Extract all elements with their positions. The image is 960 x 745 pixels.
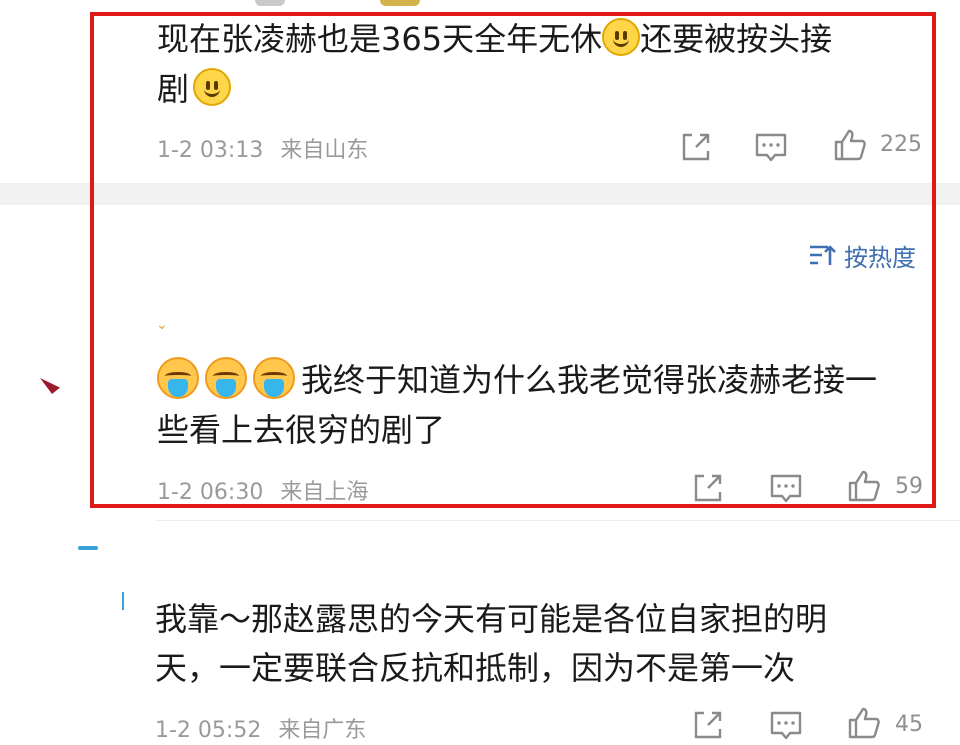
comment-meta: 1-2 06:30 来自上海 bbox=[157, 474, 368, 506]
comment-meta: 1-2 03:13 来自山东 bbox=[157, 132, 368, 164]
avatar-fragment: ⌄ bbox=[156, 317, 168, 333]
comment-text-part: 剧 bbox=[157, 70, 190, 108]
share-icon[interactable] bbox=[690, 470, 726, 506]
comment-text-part: 天，一定要联合反抗和抵制，因为不是第一次 bbox=[155, 649, 796, 687]
comment-date: 1-2 03:13 bbox=[157, 138, 264, 163]
avatar-fragment bbox=[40, 378, 60, 394]
comment-meta: 1-2 05:52 来自广东 bbox=[155, 712, 366, 744]
avatar-fragment bbox=[78, 546, 98, 550]
like-icon[interactable] bbox=[846, 468, 882, 504]
comment-text-line: 天，一定要联合反抗和抵制，因为不是第一次 bbox=[155, 645, 795, 691]
share-icon[interactable] bbox=[678, 129, 714, 165]
like-count: 59 bbox=[895, 474, 923, 499]
sort-control[interactable]: 按热度 bbox=[808, 238, 916, 272]
comment-location: 来自山东 bbox=[280, 138, 369, 163]
comment-text-line: 剧 bbox=[157, 66, 232, 112]
comment-text-part: 我靠～那赵露思的今天有可能是各位自家担的明 bbox=[155, 600, 828, 638]
sort-icon bbox=[810, 245, 836, 265]
crying-emoji-icon bbox=[157, 357, 199, 399]
smile-emoji-icon bbox=[193, 68, 232, 106]
comment-location: 来自上海 bbox=[280, 480, 369, 505]
like-icon[interactable] bbox=[846, 705, 882, 741]
like-icon[interactable] bbox=[832, 127, 868, 163]
comment-text: 我终于知道为什么我老觉得张凌赫老接一 bbox=[157, 357, 877, 403]
comment-text: 我靠～那赵露思的今天有可能是各位自家担的明 bbox=[155, 596, 827, 642]
avatar-fragment bbox=[122, 592, 124, 610]
comment-date: 1-2 05:52 bbox=[155, 718, 262, 743]
comment-icon[interactable] bbox=[753, 129, 789, 165]
share-icon[interactable] bbox=[690, 707, 726, 743]
comment-date: 1-2 06:30 bbox=[157, 480, 264, 505]
comment-location: 来自广东 bbox=[278, 718, 367, 743]
sort-label: 按热度 bbox=[844, 243, 916, 272]
crying-emoji-icon bbox=[205, 357, 247, 399]
divider bbox=[156, 520, 960, 521]
top-avatar-fragment bbox=[255, 0, 285, 6]
comment-text: 现在张凌赫也是365天全年无休 还要被按头接 bbox=[157, 16, 832, 62]
like-count: 45 bbox=[895, 712, 923, 737]
comment-icon[interactable] bbox=[768, 707, 804, 743]
comment-text-part: 些看上去很穷的剧了 bbox=[157, 411, 446, 449]
top-avatar-fragment bbox=[380, 0, 420, 6]
comment-text-line: 些看上去很穷的剧了 bbox=[157, 407, 445, 453]
crying-emoji-icon bbox=[253, 357, 295, 399]
comment-text-part: 我终于知道为什么我老觉得张凌赫老接一 bbox=[301, 361, 878, 399]
comment-text-part: 现在张凌赫也是365天全年无休 bbox=[157, 20, 603, 58]
smile-emoji-icon bbox=[602, 18, 641, 56]
section-separator bbox=[0, 183, 960, 205]
comment-text-part: 还要被按头接 bbox=[640, 20, 833, 58]
comment-icon[interactable] bbox=[768, 470, 804, 506]
like-count: 225 bbox=[880, 132, 922, 157]
